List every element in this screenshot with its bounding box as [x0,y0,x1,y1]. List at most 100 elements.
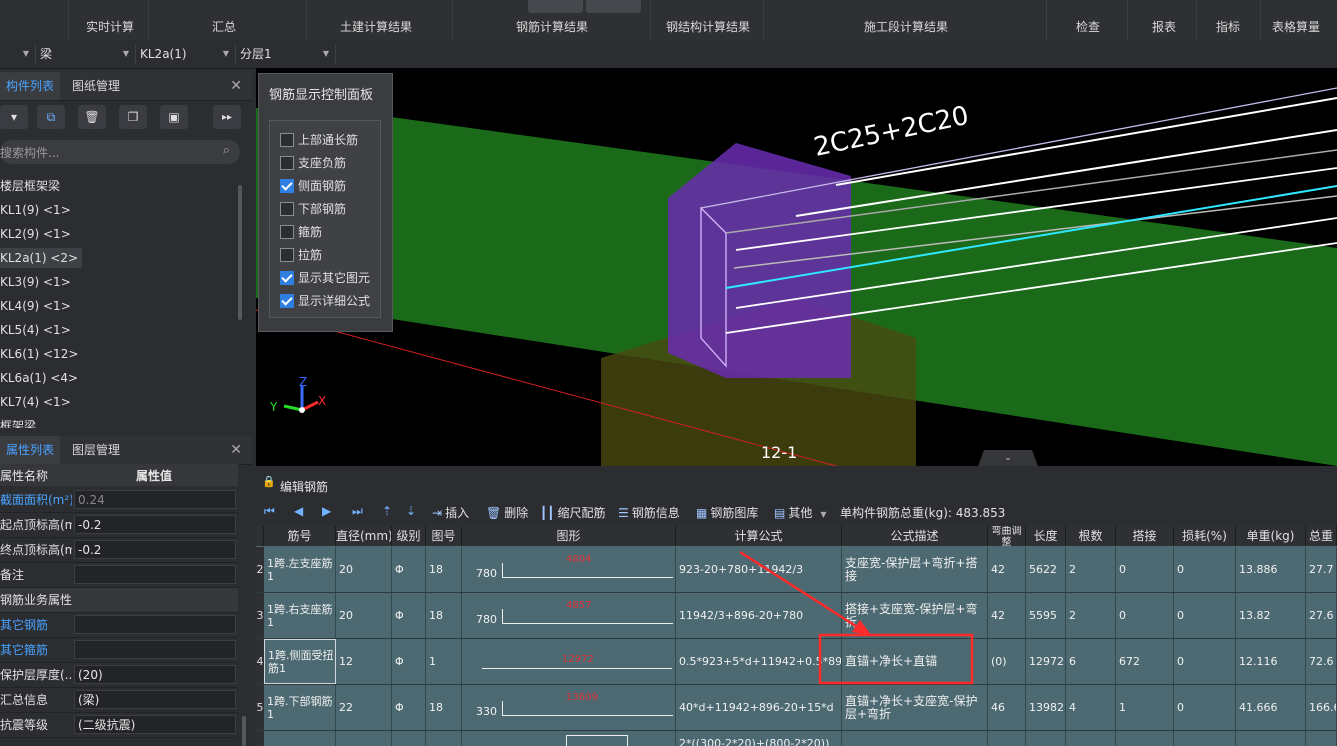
cell-description[interactable]: 直锚+净长+支座宽-保护层+弯折 [842,685,988,730]
cell-shape[interactable]: 780 4804 [462,547,676,592]
cell-figure[interactable]: 18 [426,685,462,730]
cell-bend[interactable]: (0) [988,639,1026,684]
cell-unit-weight[interactable]: 41.666 [1236,685,1306,730]
cell-diameter[interactable]: 12 [336,639,392,684]
cell-bar-name[interactable] [264,731,336,746]
new-component-button[interactable]: ▾ [0,105,28,129]
cell-length[interactable]: 5595 [1026,593,1066,638]
cell-lap[interactable]: 0 [1116,593,1174,638]
cell-bar-name[interactable]: 1跨.右支座筋1 [264,593,336,638]
delete-component-button[interactable]: 🗑 [78,105,106,129]
option-show-formula[interactable]: 显示详细公式 [280,292,370,312]
close-icon[interactable]: ✕ [230,442,242,458]
table-row[interactable]: 2 1跨.左支座筋1 20 Φ 18 780 4804 923-20+780+1… [256,547,1337,593]
property-value[interactable] [74,615,236,634]
tree-item[interactable]: KL1(9) <1> [0,200,71,220]
cell-count[interactable]: 4 [1066,685,1116,730]
tree-item[interactable]: KL4(9) <1> [0,296,71,316]
col-header[interactable]: 长度 [1026,526,1066,546]
table-row[interactable]: 3 1跨.右支座筋1 20 Φ 18 780 4857 11942/3+896-… [256,593,1337,639]
cell-shape[interactable] [462,731,676,746]
ribbon-stub-button-2[interactable] [586,0,641,13]
property-value[interactable]: (梁) [74,690,236,709]
cell-loss[interactable]: 0 [1174,593,1236,638]
cell-lap[interactable]: 672 [1116,639,1174,684]
cell-description[interactable]: 支座宽-保护层+弯折+搭接 [842,547,988,592]
tree-item[interactable]: KL7(4) <1> [0,392,71,412]
cell-formula[interactable]: 2*((300-2*20)+(800-2*20)) [676,731,842,746]
cell-total-weight[interactable] [1306,731,1337,746]
ribbon-rebar-results[interactable]: 钢筋计算结果 [516,18,588,35]
col-header[interactable]: 直径(mm) [336,526,392,546]
col-header[interactable]: 图形 [462,526,676,546]
cell-shape[interactable]: 330 13609 [462,685,676,730]
ribbon-check[interactable]: 检查 [1076,18,1100,35]
col-header[interactable]: 根数 [1066,526,1116,546]
cell-grade[interactable]: Φ [392,685,426,730]
option-tie-bar[interactable]: 拉筋 [280,246,322,266]
cell-bend[interactable] [988,731,1026,746]
cell-bar-name[interactable]: 1跨.侧面受扭筋1 [264,639,336,684]
cell-shape[interactable]: 12972 [462,639,676,684]
option-top-rebar[interactable]: 上部通长筋 [280,131,358,151]
cell-formula[interactable]: 923-20+780+11942/3 [676,547,842,592]
tab-drawing-management[interactable]: 图纸管理 [66,72,126,100]
other-dropdown[interactable]: ▤ 其他 ▼ [774,504,827,521]
ribbon-summary[interactable]: 汇总 [212,18,236,35]
component-select[interactable]: KL2a(1) ▼ [136,44,236,64]
cell-diameter[interactable] [336,731,392,746]
checkbox[interactable] [280,132,294,147]
collapse-panel-button[interactable]: ⌄ [978,450,1038,466]
filter-component-button[interactable]: ▣ [160,105,188,129]
tree-item-selected[interactable]: KL2a(1) <2> [0,248,83,268]
col-header[interactable]: 搭接 [1116,526,1174,546]
col-header[interactable]: 总重 [1306,526,1337,546]
property-value[interactable]: -0.2 [74,540,236,559]
property-scrollbar[interactable] [242,716,246,746]
table-row[interactable]: 2*((300-2*20)+(800-2*20)) [256,731,1337,746]
ribbon-civil-results[interactable]: 土建计算结果 [340,18,412,35]
tree-item[interactable]: KL2(9) <1> [0,224,71,244]
last-icon[interactable]: ⏭ [352,504,363,519]
cell-total-weight[interactable]: 166.6 [1306,685,1337,730]
first-icon[interactable]: ⏮ [264,504,275,519]
tree-item[interactable]: KL6a(1) <4> [0,368,78,388]
property-value[interactable]: 0.24 [74,490,236,509]
cell-bar-name[interactable]: 1跨.左支座筋1 [264,547,336,592]
move-down-icon[interactable]: ⇣ [406,504,416,518]
close-icon[interactable]: ✕ [230,78,242,94]
next-icon[interactable]: ▶ [322,504,331,518]
cell-grade[interactable]: Φ [392,639,426,684]
layer-select[interactable]: 分层1 ▼ [236,44,336,64]
cell-description[interactable]: 搭接+支座宽-保护层+弯折 [842,593,988,638]
option-stirrup[interactable]: 箍筋 [280,223,322,243]
pin-icon[interactable]: 🔒 [262,475,276,488]
ribbon-realtime-calc[interactable]: 实时计算 [86,18,134,35]
cell-unit-weight[interactable]: 13.82 [1236,593,1306,638]
property-value[interactable]: -0.2 [74,515,236,534]
copy-component-button[interactable]: ⧉ [37,105,65,129]
checkbox[interactable] [280,201,294,216]
col-header[interactable]: 图号 [426,526,462,546]
3d-viewport[interactable]: 2C25+2C20 12-1 Z X Y ⌄ [256,68,1337,466]
ribbon-stage-results[interactable]: 施工段计算结果 [864,18,948,35]
cell-unit-weight[interactable]: 13.886 [1236,547,1306,592]
rebar-info-button[interactable]: ☰ 钢筋信息 [618,504,680,521]
cell-figure[interactable]: 18 [426,593,462,638]
cell-figure[interactable] [426,731,462,746]
cell-diameter[interactable]: 20 [336,593,392,638]
col-header[interactable]: 单重(kg) [1236,526,1306,546]
cell-count[interactable] [1066,731,1116,746]
cell-grade[interactable]: Φ [392,593,426,638]
category-select[interactable]: 梁 ▼ [36,44,136,64]
prev-icon[interactable]: ◀ [294,504,303,518]
tree-group[interactable]: 楼层框架梁 [0,176,60,196]
cell-description[interactable] [842,731,988,746]
tree-scrollbar[interactable] [238,185,242,320]
property-group-row[interactable]: 钢筋业务属性 [0,588,238,613]
col-header[interactable]: 计算公式 [676,526,842,546]
cell-shape[interactable]: 780 4857 [462,593,676,638]
ribbon-indicator[interactable]: 指标 [1216,18,1240,35]
cell-lap[interactable] [1116,731,1174,746]
cell-diameter[interactable]: 20 [336,547,392,592]
